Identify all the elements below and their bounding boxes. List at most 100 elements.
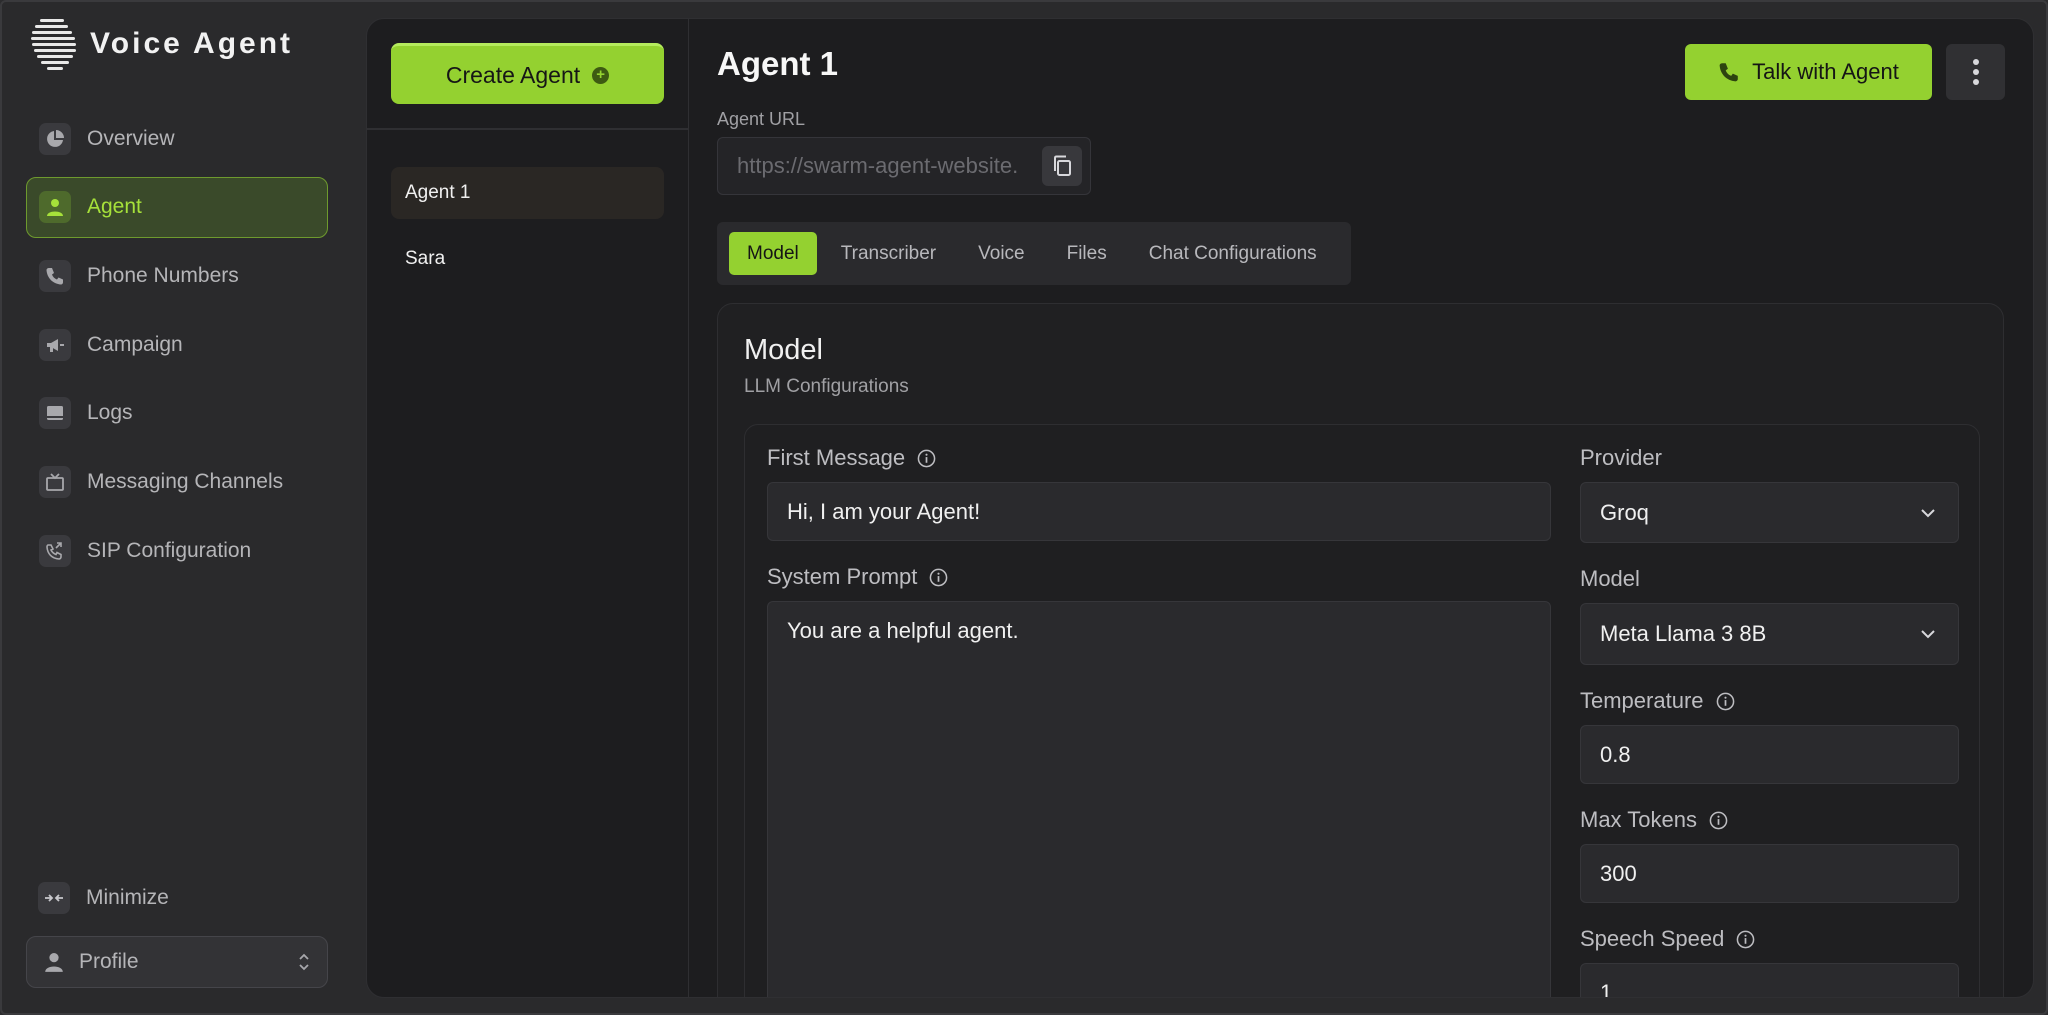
temperature-label-text: Temperature <box>1580 688 1704 713</box>
phone-icon <box>39 259 71 292</box>
person-icon <box>39 191 71 224</box>
sidebar-item-campaign[interactable]: Campaign <box>26 314 328 375</box>
app-window: Voice Agent Overview Agent Phone Numbers <box>0 0 2048 1015</box>
sidebar-item-agent[interactable]: Agent <box>26 176 328 238</box>
first-message-label-text: First Message <box>767 445 906 470</box>
minimize-button[interactable]: Minimize <box>26 868 328 928</box>
first-message-label: First Message <box>767 445 936 471</box>
agent-name: Agent 1 <box>405 182 471 203</box>
more-vertical-icon <box>1972 59 1979 85</box>
brand[interactable]: Voice Agent <box>30 16 293 72</box>
system-prompt-label-text: System Prompt <box>767 564 918 589</box>
system-prompt-label: System Prompt <box>767 564 948 590</box>
provider-value: Groq <box>1600 499 1649 525</box>
speech-speed-label-text: Speech Speed <box>1580 926 1725 951</box>
create-agent-button[interactable]: Create Agent + <box>391 43 664 104</box>
model-config-card: Model LLM Configurations First Message H… <box>717 303 2004 998</box>
model-select[interactable]: Meta Llama 3 8B <box>1580 603 1959 665</box>
profile-selector[interactable]: Profile <box>26 936 328 988</box>
agent-url-label: Agent URL <box>717 109 806 129</box>
speech-speed-input[interactable]: 1 <box>1580 963 1959 998</box>
agent-url-field[interactable]: https://swarm-agent-website. <box>717 137 1091 195</box>
sidebar-item-label: SIP Configuration <box>87 538 252 562</box>
sidebar-item-label: Phone Numbers <box>87 263 239 287</box>
phone-icon <box>1719 63 1738 82</box>
megaphone-icon <box>39 328 71 361</box>
chevron-down-icon <box>1921 508 1935 517</box>
speech-speed-label: Speech Speed <box>1580 926 1755 952</box>
temperature-label: Temperature <box>1580 688 1735 714</box>
tab-chat-configurations[interactable]: Chat Configurations <box>1131 232 1335 275</box>
more-options-button[interactable] <box>1946 44 2005 100</box>
page-title: Agent 1 <box>717 45 839 82</box>
copy-icon <box>1054 155 1071 176</box>
sidebar-item-label: Overview <box>87 126 175 150</box>
phone-forward-icon <box>39 534 71 567</box>
sidebar-item-label: Campaign <box>87 332 183 356</box>
max-tokens-value: 300 <box>1600 860 1637 886</box>
user-icon <box>45 952 63 972</box>
chevron-up-down-icon <box>299 953 309 971</box>
brand-name: Voice Agent <box>90 27 294 60</box>
info-icon[interactable] <box>1736 930 1755 949</box>
max-tokens-label: Max Tokens <box>1580 807 1728 833</box>
provider-label-text: Provider <box>1580 445 1662 470</box>
provider-label: Provider <box>1580 445 1662 471</box>
agent-detail: Agent 1 Talk with Agent Agent URL https:… <box>717 19 2017 997</box>
first-message-value: Hi, I am your Agent! <box>787 498 981 524</box>
talk-with-agent-label: Talk with Agent <box>1752 59 1899 84</box>
sidebar-item-phone-numbers[interactable]: Phone Numbers <box>26 245 328 306</box>
sidebar-item-messaging-channels[interactable]: Messaging Channels <box>26 451 328 512</box>
divider <box>367 128 689 130</box>
copy-url-button[interactable] <box>1042 146 1082 186</box>
max-tokens-input[interactable]: 300 <box>1580 844 1959 903</box>
plus-circle-icon: + <box>592 66 610 84</box>
llm-config-panel: First Message Hi, I am your Agent! Syste… <box>744 424 1980 998</box>
agent-url-value: https://swarm-agent-website. <box>737 153 1019 178</box>
sidebar-item-overview[interactable]: Overview <box>26 108 328 169</box>
config-tabs: Model Transcriber Voice Files Chat Confi… <box>717 222 1351 285</box>
minimize-label: Minimize <box>86 886 169 909</box>
sidebar: Voice Agent Overview Agent Phone Numbers <box>2 2 362 1015</box>
info-icon[interactable] <box>917 449 936 468</box>
sidebar-item-label: Agent <box>87 195 142 219</box>
section-subtitle: LLM Configurations <box>744 376 909 397</box>
sidebar-item-sip-configuration[interactable]: SIP Configuration <box>26 520 328 581</box>
sidebar-item-label: Messaging Channels <box>87 469 284 493</box>
max-tokens-label-text: Max Tokens <box>1580 807 1697 832</box>
temperature-value: 0.8 <box>1600 741 1631 767</box>
agent-name: Sara <box>405 248 446 269</box>
info-icon[interactable] <box>929 568 948 587</box>
system-prompt-textarea[interactable]: You are a helpful agent. <box>767 601 1551 997</box>
tab-model[interactable]: Model <box>729 232 817 275</box>
main-panel: Create Agent + Agent 1 Sara Agent 1 Talk… <box>366 18 2034 998</box>
brand-logo-icon <box>31 19 76 70</box>
tab-voice[interactable]: Voice <box>960 232 1042 275</box>
model-label-text: Model <box>1580 566 1640 591</box>
chevron-down-icon <box>1921 630 1935 639</box>
tab-transcriber[interactable]: Transcriber <box>823 232 954 275</box>
first-message-input[interactable]: Hi, I am your Agent! <box>767 482 1551 541</box>
info-icon[interactable] <box>1716 692 1735 711</box>
provider-select[interactable]: Groq <box>1580 482 1959 543</box>
sidebar-item-logs[interactable]: Logs <box>26 383 328 444</box>
logs-icon <box>39 397 71 430</box>
info-icon[interactable] <box>1709 811 1728 830</box>
agent-list-item[interactable]: Agent 1 <box>391 167 664 219</box>
agents-column: Create Agent + Agent 1 Sara <box>367 19 689 997</box>
profile-label: Profile <box>79 950 139 973</box>
tv-icon <box>39 465 71 498</box>
agent-list-item[interactable]: Sara <box>391 233 664 285</box>
model-value: Meta Llama 3 8B <box>1600 621 1767 646</box>
section-title: Model <box>744 334 823 366</box>
sidebar-nav: Overview Agent Phone Numbers Campaign Lo… <box>26 108 328 589</box>
talk-with-agent-button[interactable]: Talk with Agent <box>1685 44 1932 100</box>
create-agent-label: Create Agent <box>445 61 581 88</box>
pie-chart-icon <box>39 122 71 155</box>
collapse-icon <box>38 882 70 914</box>
tab-files[interactable]: Files <box>1049 232 1125 275</box>
temperature-input[interactable]: 0.8 <box>1580 725 1959 784</box>
speech-speed-value: 1 <box>1600 979 1613 998</box>
system-prompt-value: You are a helpful agent. <box>787 618 1019 643</box>
agent-list: Agent 1 Sara <box>391 167 664 299</box>
